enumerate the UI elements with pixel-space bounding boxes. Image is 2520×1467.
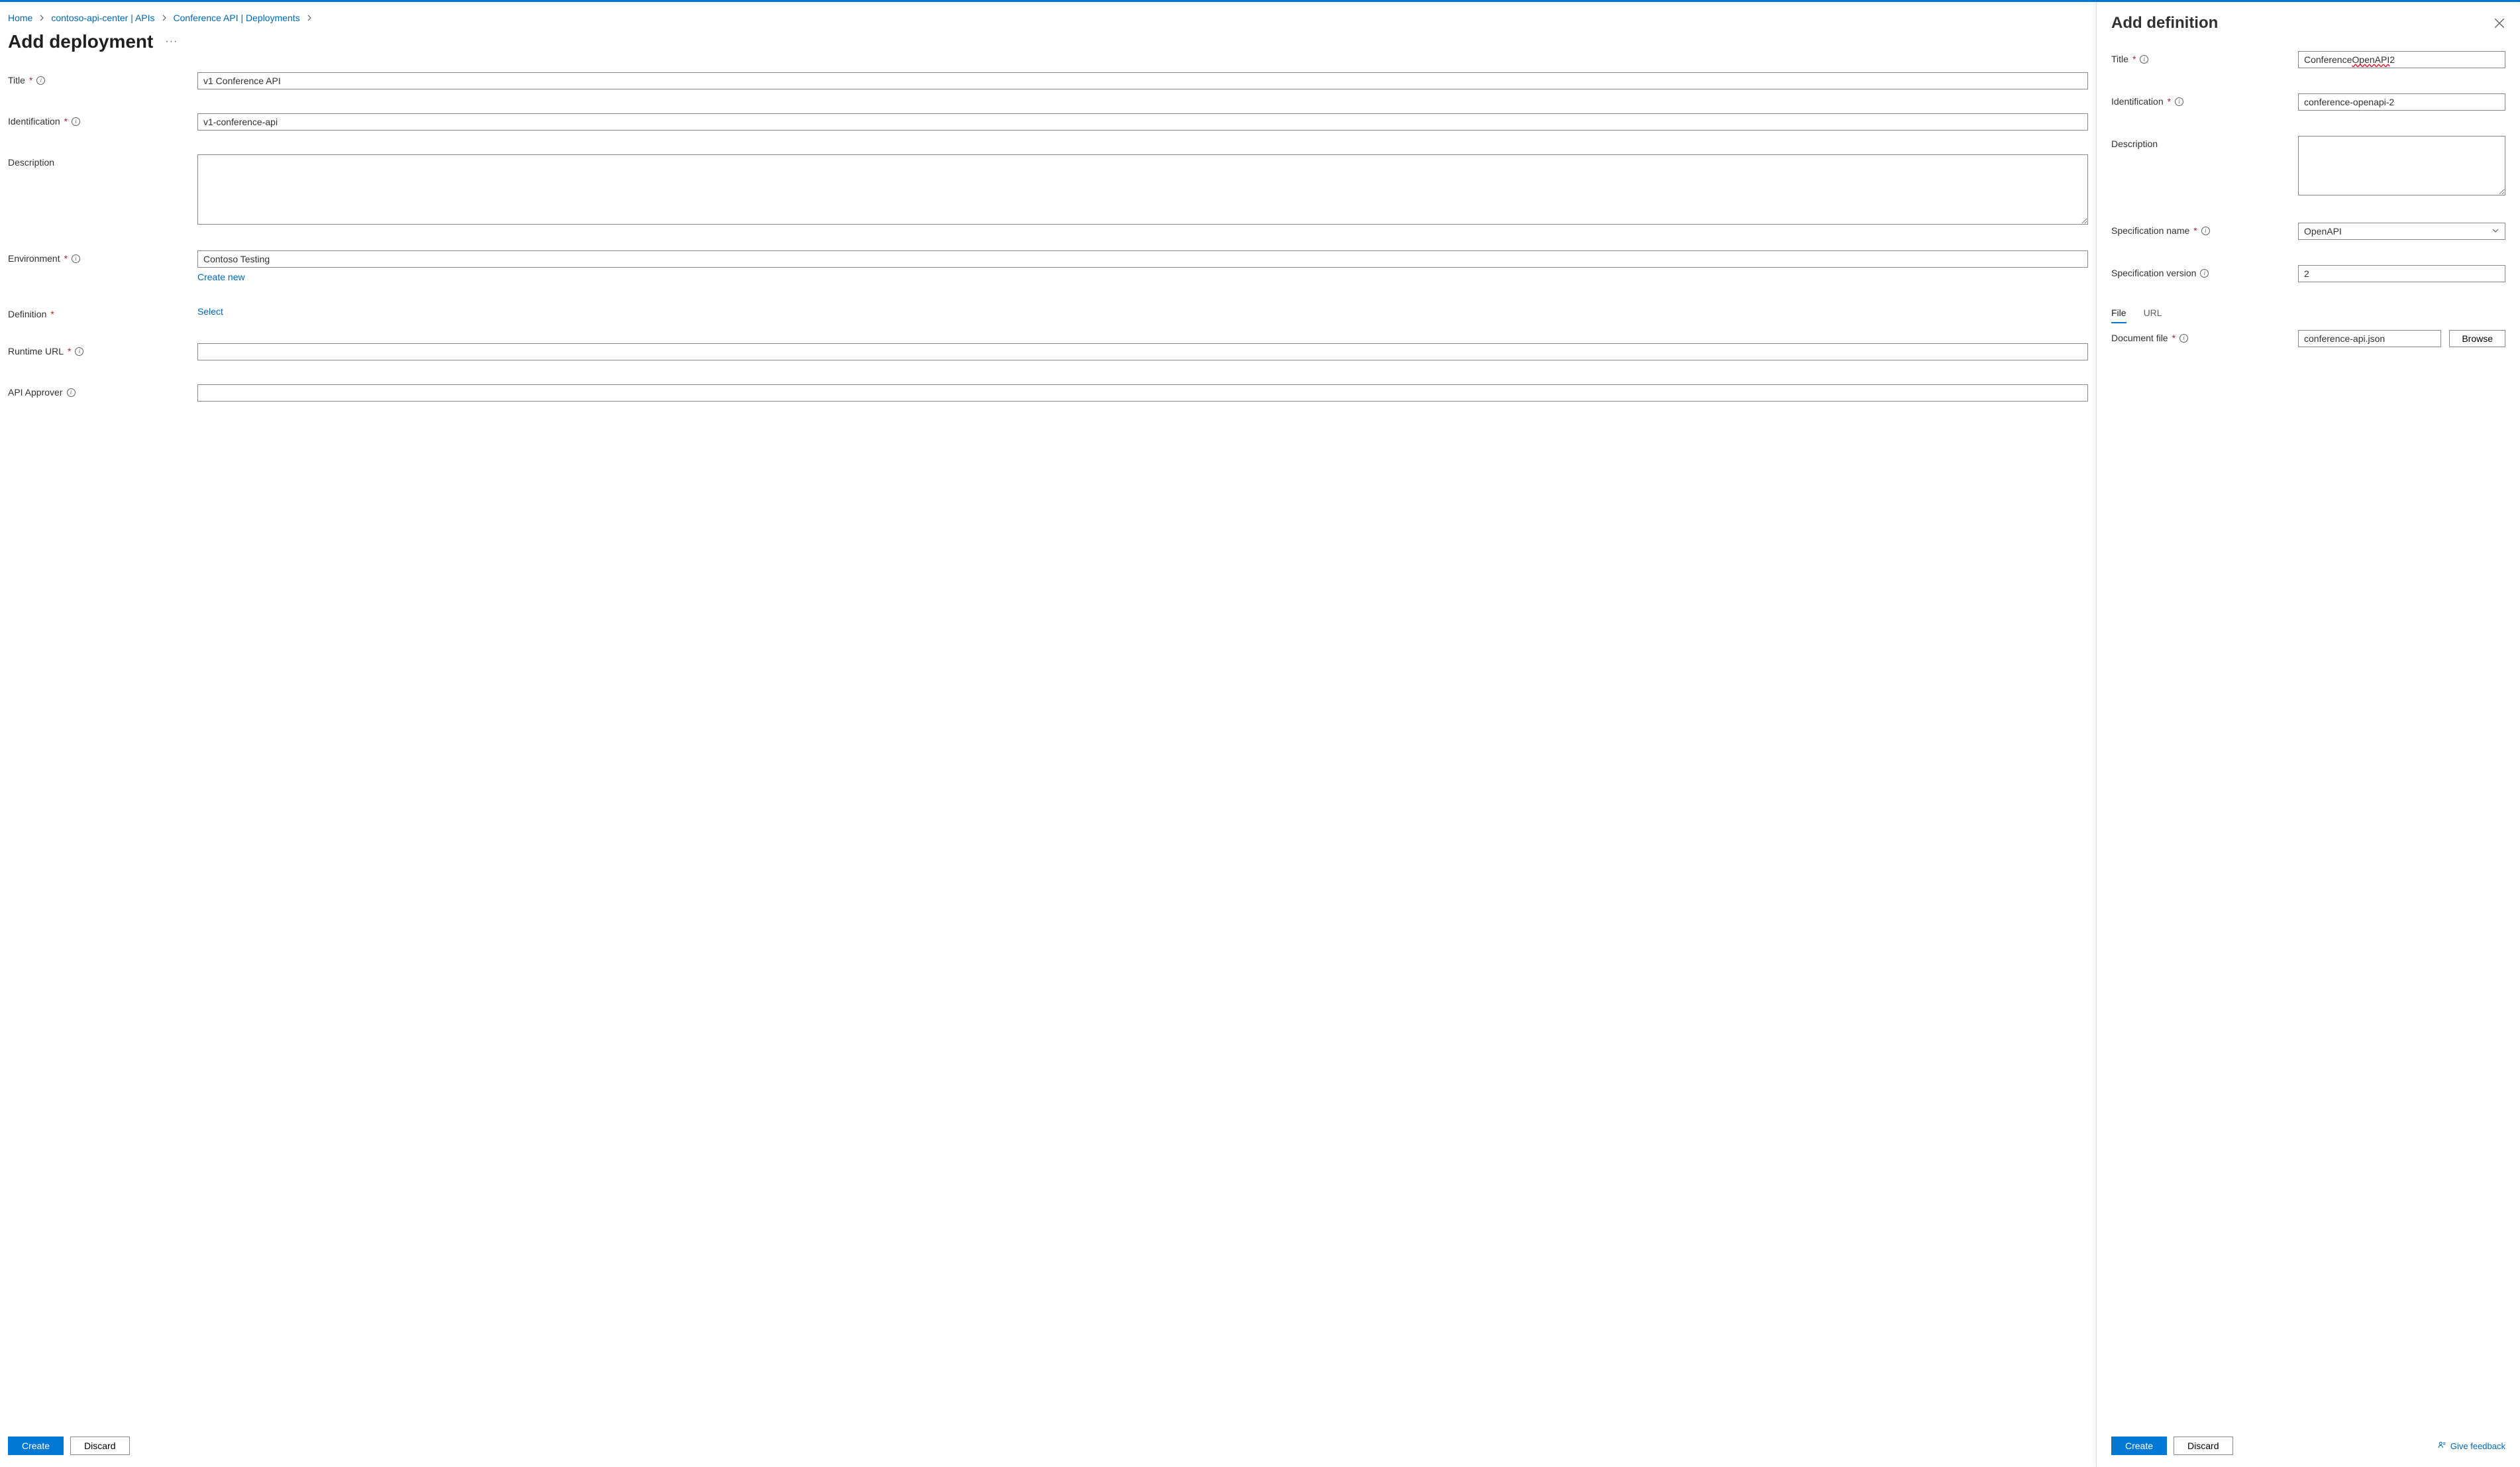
panel-identification-input[interactable] <box>2298 93 2505 111</box>
spec-name-label: Specification name <box>2111 225 2189 236</box>
panel-description-textarea[interactable] <box>2298 136 2505 195</box>
info-icon[interactable]: i <box>72 117 80 126</box>
panel-description-label: Description <box>2111 138 2158 149</box>
info-icon[interactable]: i <box>67 388 76 397</box>
select-definition-link[interactable]: Select <box>197 306 223 317</box>
discard-button[interactable]: Discard <box>70 1437 129 1455</box>
close-icon[interactable] <box>2494 17 2505 29</box>
info-icon[interactable]: i <box>2179 334 2188 343</box>
info-icon[interactable]: i <box>75 347 83 356</box>
required-indicator: * <box>2132 54 2136 64</box>
required-indicator: * <box>64 253 68 264</box>
feedback-icon <box>2437 1440 2446 1452</box>
panel-identification-label: Identification <box>2111 96 2164 107</box>
title-label: Title <box>8 75 25 85</box>
document-file-input[interactable] <box>2298 330 2441 347</box>
browse-button[interactable]: Browse <box>2449 330 2505 347</box>
info-icon[interactable]: i <box>36 76 45 85</box>
description-label: Description <box>8 157 54 168</box>
api-approver-input[interactable] <box>197 384 2088 402</box>
spec-name-select[interactable]: OpenAPI <box>2298 223 2505 240</box>
chevron-right-icon <box>160 14 168 22</box>
breadcrumb-api-center[interactable]: contoso-api-center | APIs <box>51 13 154 23</box>
panel-discard-button[interactable]: Discard <box>2174 1437 2232 1455</box>
breadcrumb-conference-api[interactable]: Conference API | Deployments <box>174 13 300 23</box>
document-file-label: Document file <box>2111 333 2168 343</box>
page-title: Add deployment <box>8 31 153 52</box>
required-indicator: * <box>2172 333 2176 343</box>
environment-input[interactable] <box>197 250 2088 268</box>
document-input-tabs: File URL <box>2111 307 2505 323</box>
spec-version-input[interactable] <box>2298 265 2505 282</box>
required-indicator: * <box>29 75 32 85</box>
panel-title-label: Title <box>2111 54 2128 64</box>
runtime-url-label: Runtime URL <box>8 346 64 356</box>
panel-title-input[interactable]: Conference OpenAPI 2 <box>2298 51 2505 68</box>
panel-create-button[interactable]: Create <box>2111 1437 2167 1455</box>
required-indicator: * <box>64 116 68 127</box>
give-feedback-link[interactable]: Give feedback <box>2437 1440 2505 1452</box>
info-icon[interactable]: i <box>2175 97 2183 106</box>
runtime-url-input[interactable] <box>197 343 2088 360</box>
info-icon[interactable]: i <box>2201 227 2210 235</box>
environment-label: Environment <box>8 253 60 264</box>
info-icon[interactable]: i <box>2200 269 2209 278</box>
required-indicator: * <box>50 309 54 319</box>
required-indicator: * <box>2168 96 2171 107</box>
identification-label: Identification <box>8 116 60 127</box>
spec-version-label: Specification version <box>2111 268 2196 278</box>
api-approver-label: API Approver <box>8 387 63 398</box>
create-button[interactable]: Create <box>8 1437 64 1455</box>
create-new-environment-link[interactable]: Create new <box>197 272 245 282</box>
identification-input[interactable] <box>197 113 2088 131</box>
chevron-right-icon <box>305 14 313 22</box>
chevron-right-icon <box>38 14 46 22</box>
info-icon[interactable]: i <box>2140 55 2148 64</box>
required-indicator: * <box>2193 225 2197 236</box>
breadcrumb: Home contoso-api-center | APIs Conferenc… <box>8 2 2088 27</box>
more-actions-icon[interactable]: ··· <box>165 36 178 48</box>
chevron-down-icon <box>2492 226 2499 237</box>
title-input[interactable] <box>197 72 2088 89</box>
tab-file[interactable]: File <box>2111 307 2126 323</box>
info-icon[interactable]: i <box>72 254 80 263</box>
description-textarea[interactable] <box>197 154 2088 225</box>
required-indicator: * <box>68 346 71 356</box>
tab-url[interactable]: URL <box>2144 307 2162 323</box>
breadcrumb-home[interactable]: Home <box>8 13 32 23</box>
panel-title: Add definition <box>2111 14 2218 32</box>
definition-label: Definition <box>8 309 46 319</box>
